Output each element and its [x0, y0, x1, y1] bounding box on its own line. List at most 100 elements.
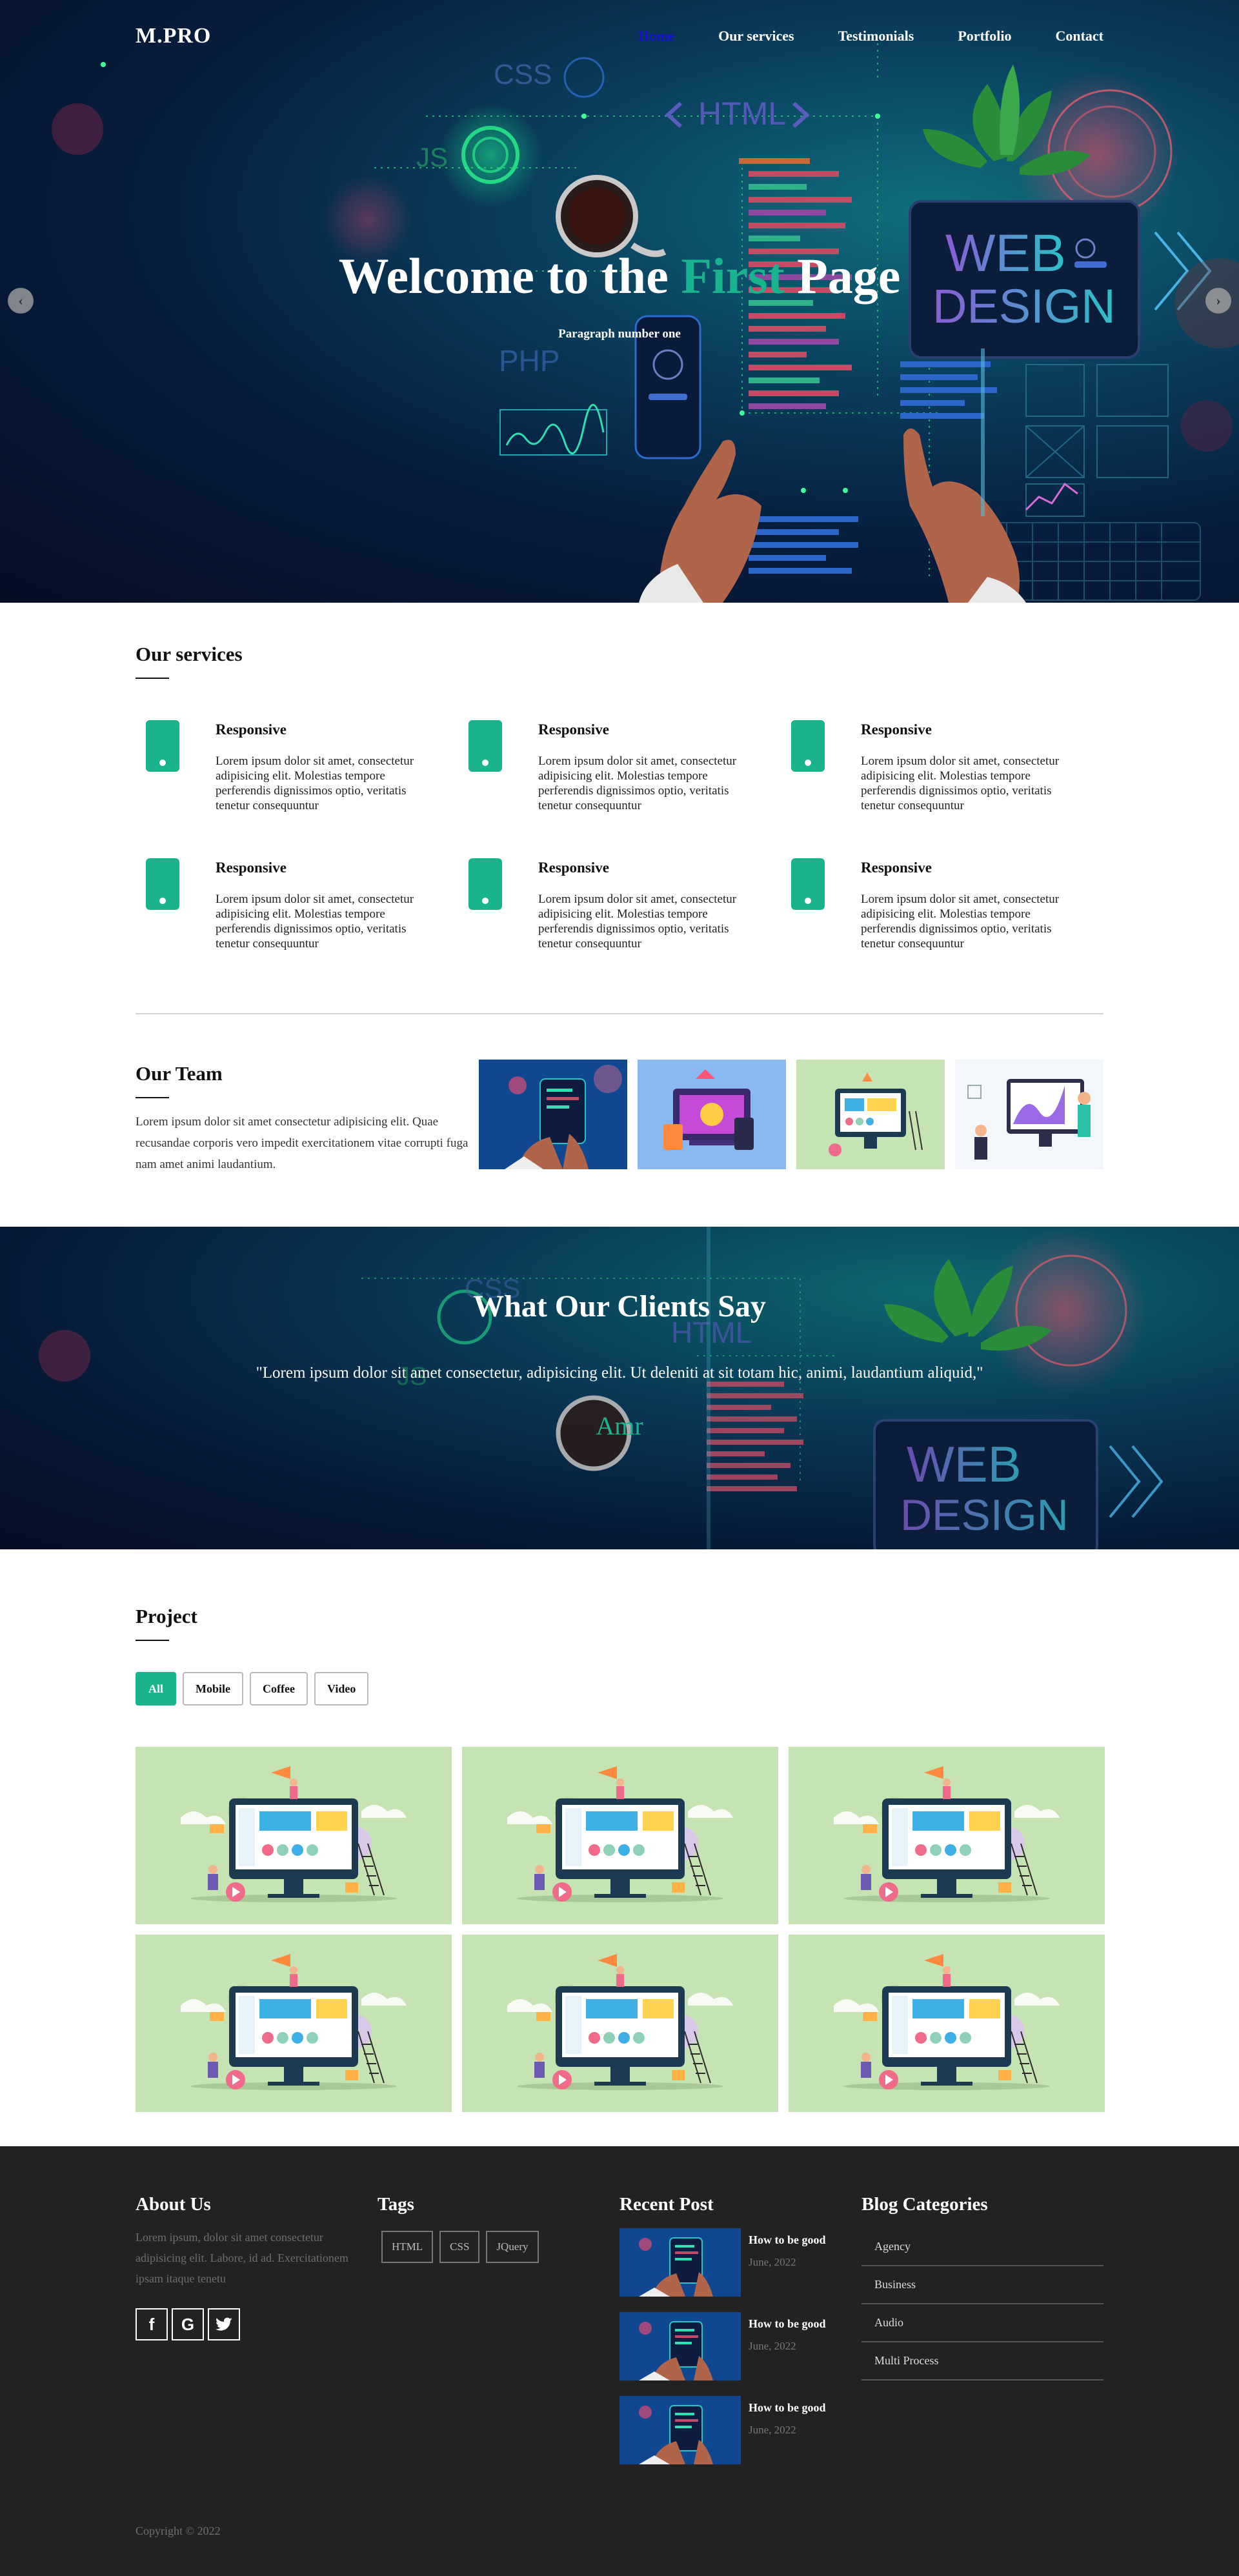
- team-text-block: Our Team Lorem ipsum dolor sit amet cons…: [136, 1060, 472, 1175]
- mobile-phone-icon: [146, 858, 179, 910]
- copyright-text: Copyright © 2022: [136, 2524, 221, 2537]
- mobile-phone-icon: [791, 858, 825, 910]
- project-item[interactable]: [462, 1747, 778, 1924]
- service-text: Lorem ipsum dolor sit amet, consectetur …: [216, 892, 414, 951]
- twitter-icon[interactable]: [208, 2308, 240, 2340]
- hero-section: CSS HTML JS PHP WEB DESIGN M.PRO Home Ou…: [0, 0, 1239, 603]
- project-item[interactable]: [136, 1935, 452, 2112]
- title-underline: [136, 1640, 169, 1641]
- hero-content: Welcome to the First Page Paragraph numb…: [0, 248, 1239, 341]
- filter-all-button[interactable]: All: [136, 1672, 177, 1706]
- post-title[interactable]: How to be good: [749, 2233, 826, 2247]
- carousel-prev-button[interactable]: ‹: [8, 288, 34, 314]
- tag-jquery[interactable]: JQuery: [486, 2231, 539, 2263]
- footer-about-title: About Us: [136, 2194, 211, 2215]
- service-card: Responsive Lorem ipsum dolor sit amet, co…: [136, 858, 458, 951]
- filter-video-button[interactable]: Video: [314, 1672, 369, 1706]
- filter-mobile-button[interactable]: Mobile: [183, 1672, 244, 1706]
- project-item[interactable]: [789, 1935, 1105, 2112]
- service-card: Responsive Lorem ipsum dolor sit amet, co…: [458, 720, 781, 813]
- svg-text:JS: JS: [416, 142, 448, 172]
- service-title: Responsive: [861, 721, 932, 738]
- nav-link-services[interactable]: Our services: [718, 28, 794, 45]
- section-divider: [136, 1013, 1103, 1014]
- service-text: Lorem ipsum dolor sit amet, consectetur …: [538, 892, 737, 951]
- project-item[interactable]: [789, 1747, 1105, 1924]
- testimonials-section: WEB DESIGN CSS HTML JS What Our Clients …: [0, 1227, 1239, 1549]
- service-title: Responsive: [861, 860, 932, 876]
- post-date: June, 2022: [749, 2424, 796, 2436]
- service-card: Responsive Lorem ipsum dolor sit amet, co…: [781, 858, 1103, 951]
- site-logo[interactable]: M.PRO: [136, 24, 211, 48]
- service-title: Responsive: [216, 860, 287, 876]
- footer-recent-posts: Recent Post How to be good June, 2022 How…: [620, 2194, 861, 2480]
- services-grid: Responsive Lorem ipsum dolor sit amet, co…: [136, 720, 1103, 951]
- nav-links: Home Our services Testimonials Portfolio…: [594, 28, 1103, 45]
- post-thumbnail: [620, 2312, 741, 2380]
- chevron-left-icon: ‹: [18, 292, 23, 308]
- service-card: Responsive Lorem ipsum dolor sit amet, co…: [458, 858, 781, 951]
- project-item[interactable]: [136, 1747, 452, 1924]
- title-underline: [136, 678, 169, 679]
- category-multi-process[interactable]: Multi Process: [861, 2342, 1103, 2380]
- footer-blog-categories: Blog Categories Agency Business Audio Mu…: [861, 2194, 1103, 2480]
- footer-about-text: Lorem ipsum, dolor sit amet consectetur …: [136, 2231, 348, 2285]
- post-title[interactable]: How to be good: [749, 2401, 826, 2415]
- nav-link-contact[interactable]: Contact: [1055, 28, 1103, 45]
- service-card: Responsive Lorem ipsum dolor sit amet, co…: [781, 720, 1103, 813]
- testimonial-author: Amr: [596, 1411, 643, 1440]
- category-audio[interactable]: Audio: [861, 2304, 1103, 2342]
- title-underline: [136, 1097, 169, 1098]
- svg-text:DESIGN: DESIGN: [900, 1491, 1069, 1540]
- post-title[interactable]: How to be good: [749, 2317, 826, 2331]
- service-text: Lorem ipsum dolor sit amet, consectetur …: [216, 754, 414, 812]
- mobile-phone-icon: [468, 720, 502, 772]
- tag-css[interactable]: CSS: [439, 2231, 480, 2263]
- project-filters: All Mobile Coffee Video: [136, 1672, 1103, 1706]
- testimonial-content: What Our Clients Say "Lorem ipsum dolor …: [0, 1289, 1239, 1441]
- category-list: Agency Business Audio Multi Process: [861, 2228, 1103, 2380]
- google-icon[interactable]: G: [172, 2308, 204, 2340]
- team-image-dashboard: [796, 1060, 945, 1169]
- service-card: Responsive Lorem ipsum dolor sit amet, co…: [136, 720, 458, 813]
- mobile-phone-icon: [146, 720, 179, 772]
- services-title: Our services: [136, 643, 243, 665]
- tag-html[interactable]: HTML: [381, 2231, 434, 2263]
- recent-post[interactable]: How to be good June, 2022: [620, 2396, 861, 2464]
- project-gallery: [136, 1747, 1105, 2112]
- svg-text:WEB: WEB: [907, 1436, 1022, 1493]
- service-text: Lorem ipsum dolor sit amet, consectetur …: [861, 754, 1060, 812]
- project-title: Project: [136, 1605, 197, 1627]
- service-text: Lorem ipsum dolor sit amet, consectetur …: [538, 754, 737, 812]
- service-text: Lorem ipsum dolor sit amet, consectetur …: [861, 892, 1060, 951]
- recent-post-list: How to be good June, 2022 How to be good J…: [620, 2228, 861, 2464]
- nav-link-home[interactable]: Home: [638, 28, 674, 45]
- team-title: Our Team: [136, 1062, 223, 1085]
- service-title: Responsive: [538, 860, 609, 876]
- category-agency[interactable]: Agency: [861, 2228, 1103, 2266]
- hero-title-end: Page: [784, 248, 901, 304]
- nav-link-portfolio[interactable]: Portfolio: [958, 28, 1011, 45]
- social-links: f G: [136, 2308, 378, 2340]
- recent-post[interactable]: How to be good June, 2022: [620, 2312, 861, 2380]
- carousel-next-button[interactable]: ›: [1205, 288, 1231, 314]
- team-image-coding: [479, 1060, 627, 1169]
- team-image-design: [638, 1060, 786, 1169]
- hero-title-accent: First: [681, 248, 785, 304]
- filter-coffee-button[interactable]: Coffee: [250, 1672, 308, 1706]
- hero-subtitle: Paragraph number one: [558, 327, 681, 341]
- facebook-icon[interactable]: f: [136, 2308, 168, 2340]
- nav-link-testimonials[interactable]: Testimonials: [838, 28, 914, 45]
- post-date: June, 2022: [749, 2256, 796, 2268]
- svg-text:PHP: PHP: [499, 344, 560, 377]
- footer-posts-title: Recent Post: [620, 2194, 714, 2215]
- category-business[interactable]: Business: [861, 2266, 1103, 2304]
- mobile-phone-icon: [468, 858, 502, 910]
- footer-about: About Us Lorem ipsum, dolor sit amet con…: [136, 2194, 378, 2480]
- recent-post[interactable]: How to be good June, 2022: [620, 2228, 861, 2297]
- project-item[interactable]: [462, 1935, 778, 2112]
- site-footer: About Us Lorem ipsum, dolor sit amet con…: [0, 2146, 1239, 2576]
- team-image-analytics: [955, 1060, 1103, 1169]
- project-section: Project All Mobile Coffee Video: [0, 1549, 1239, 2112]
- tag-list: HTML CSS JQuery: [381, 2231, 620, 2263]
